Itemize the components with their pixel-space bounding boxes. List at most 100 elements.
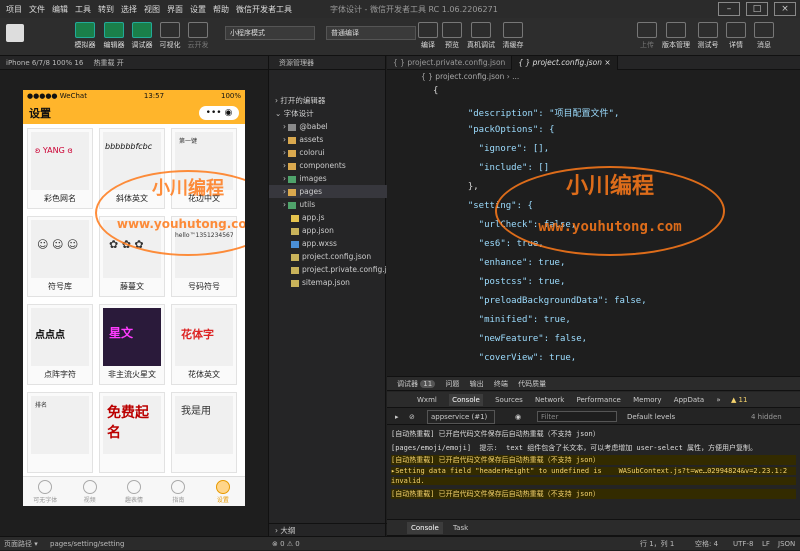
card-vertical-text[interactable]: 我是用	[171, 392, 237, 473]
outline-section[interactable]: › 大纲	[269, 523, 387, 536]
card-number-symbols[interactable]: hello™13512345678 号码符号	[171, 216, 237, 297]
maximize-icon[interactable]: □	[746, 2, 768, 16]
warning-count[interactable]: ▲ 11	[731, 396, 748, 404]
minimize-icon[interactable]: –	[718, 2, 740, 16]
file-app-json[interactable]: app.json	[269, 224, 387, 237]
compile-mode-select[interactable]: 普通编译	[326, 26, 416, 40]
filter-input[interactable]: Filter	[537, 411, 617, 422]
project-root[interactable]: ⌄ 字体设计	[269, 107, 387, 120]
tab-wxml[interactable]: Wxml	[417, 396, 437, 404]
editor-button[interactable]: 编辑器	[102, 20, 126, 50]
tab-network[interactable]: Network	[535, 396, 564, 404]
test-account-button[interactable]: 测试号	[695, 20, 721, 50]
compile-button[interactable]: 编译	[418, 20, 438, 50]
tab-debugger[interactable]: 调试器	[397, 380, 418, 388]
upload-button[interactable]: 上传	[636, 20, 658, 50]
version-button[interactable]: 版本管理	[660, 20, 692, 50]
menu-item-tools[interactable]: 工具	[75, 4, 91, 15]
language-mode[interactable]: JSON	[778, 537, 795, 551]
simulator-button[interactable]: 模拟器	[74, 20, 96, 50]
file-project-private-config[interactable]: project.private.config.js...	[269, 263, 398, 276]
file-sitemap[interactable]: sitemap.json	[269, 276, 387, 289]
card-ranking[interactable]: 排名	[27, 392, 93, 473]
context-select[interactable]: appservice (#1)	[427, 410, 495, 424]
debugger-button[interactable]: 调试器	[130, 20, 154, 50]
tab-settings[interactable]: 设置	[201, 477, 245, 506]
device-select[interactable]: iPhone 6/7/8 100% 16	[6, 59, 83, 67]
folder-colorui[interactable]: › colorui	[269, 146, 387, 159]
messages-button[interactable]: 消息	[753, 20, 775, 50]
folder-babel[interactable]: › @babel	[269, 120, 387, 133]
code-area[interactable]: { "description": "项目配置文件", "packOptions"…	[387, 84, 800, 376]
page-path[interactable]: pages/setting/setting	[50, 537, 124, 551]
cursor-position[interactable]: 行 1，列 1	[640, 537, 674, 551]
card-lace-chinese[interactable]: 第一键 花边中文	[171, 128, 237, 209]
card-mars-text[interactable]: 星文 非主流火星文	[99, 304, 165, 385]
tab-appdata[interactable]: AppData	[674, 396, 704, 404]
card-italic-english[interactable]: bbbbbbfcbc 斜体英文	[99, 128, 165, 209]
preview-button[interactable]: 预览	[442, 20, 462, 50]
menu-item-view[interactable]: 视图	[144, 4, 160, 15]
tab-emoji[interactable]: 趣表情	[112, 477, 156, 506]
cloud-button[interactable]: 云开发	[186, 20, 210, 50]
problems-indicator[interactable]: ⊗ 0 ⚠ 0	[272, 537, 300, 551]
folder-images[interactable]: › images	[269, 172, 387, 185]
tab-problems[interactable]: 问题	[445, 380, 459, 388]
tab-code-quality[interactable]: 代码质量	[518, 380, 546, 388]
card-fancy-english[interactable]: 花体字 花体英文	[171, 304, 237, 385]
clear-cache-button[interactable]: 清缓存	[500, 20, 526, 50]
menu-item-devtools[interactable]: 微信开发者工具	[236, 4, 292, 15]
menu-item-select[interactable]: 选择	[121, 4, 137, 15]
card-free-naming[interactable]: 免费起名	[99, 392, 165, 473]
open-editors-section[interactable]: › 打开的编辑器	[269, 94, 387, 107]
eye-icon[interactable]: ◉	[515, 409, 521, 425]
drawer-tab-console[interactable]: Console	[407, 522, 443, 534]
details-button[interactable]: 详情	[725, 20, 747, 50]
card-symbols[interactable]: ☺ ☺ ☺ 符号库	[27, 216, 93, 297]
tab-performance[interactable]: Performance	[577, 396, 621, 404]
line-ending[interactable]: LF	[762, 537, 770, 551]
folder-assets[interactable]: › assets	[269, 133, 387, 146]
sidebar-toggle-icon[interactable]: ▸	[395, 409, 399, 425]
capsule-menu[interactable]: ••• ◉	[199, 106, 239, 120]
log-levels-select[interactable]: Default levels	[627, 409, 675, 425]
tab-output[interactable]: 输出	[470, 380, 484, 388]
menu-item-file[interactable]: 文件	[29, 4, 45, 15]
indent-setting[interactable]: 空格: 4	[695, 537, 718, 551]
real-debug-button[interactable]: 真机调试	[466, 20, 496, 50]
menu-item-interface[interactable]: 界面	[167, 4, 183, 15]
folder-utils[interactable]: › utils	[269, 198, 387, 211]
menu-item-edit[interactable]: 编辑	[52, 4, 68, 15]
tab-guide[interactable]: 指南	[156, 477, 200, 506]
visual-button[interactable]: 可视化	[158, 20, 182, 50]
tab-console[interactable]: Console	[449, 394, 483, 406]
hot-reload-toggle[interactable]: 热重载 开	[94, 59, 124, 67]
card-dot-matrix[interactable]: 点点点 点阵字符	[27, 304, 93, 385]
encoding[interactable]: UTF-8	[733, 537, 753, 551]
page-path-toggle[interactable]: 页面路径 ▾	[4, 537, 38, 551]
tab-project-config[interactable]: { } project.config.json ×	[512, 56, 618, 70]
menu-item-settings[interactable]: 设置	[190, 4, 206, 15]
tab-terminal[interactable]: 终端	[494, 380, 508, 388]
tab-project-private-config[interactable]: { } project.private.config.json	[387, 56, 513, 70]
card-color-name[interactable]: ʚ YANG ɞ 彩色网名	[27, 128, 93, 209]
mode-select[interactable]: 小程序模式	[225, 26, 315, 40]
drawer-tab-task[interactable]: Task	[453, 524, 468, 532]
close-icon[interactable]: ×	[774, 2, 796, 16]
more-tabs-icon[interactable]: »	[716, 396, 720, 404]
folder-components[interactable]: › components	[269, 159, 387, 172]
project-avatar[interactable]	[6, 24, 24, 42]
tab-memory[interactable]: Memory	[633, 396, 661, 404]
clear-console-icon[interactable]: ⊘	[409, 409, 415, 425]
tab-fonts[interactable]: 可无字体	[23, 477, 67, 506]
folder-pages[interactable]: › pages	[269, 185, 387, 198]
card-vine-text[interactable]: ✿ ✿ ✿ 藤蔓文	[99, 216, 165, 297]
tab-sources[interactable]: Sources	[495, 396, 523, 404]
file-app-wxss[interactable]: app.wxss	[269, 237, 387, 250]
file-app-js[interactable]: app.js	[269, 211, 387, 224]
menu-item-help[interactable]: 帮助	[213, 4, 229, 15]
menu-item-goto[interactable]: 转到	[98, 4, 114, 15]
file-project-config[interactable]: project.config.json	[269, 250, 387, 263]
tab-video[interactable]: 视频	[67, 477, 111, 506]
menu-item-project[interactable]: 项目	[6, 4, 22, 15]
